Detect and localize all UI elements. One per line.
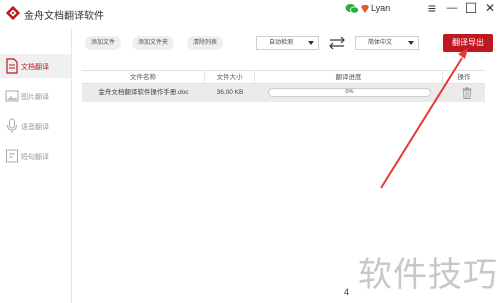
file-name-cell: 金舟文档翻译软件操作手册.doc [98,89,189,96]
watermark-text: 软件技巧 [358,255,498,295]
column-header-file-name: 文件名称 [82,71,205,84]
swap-languages-icon[interactable] [328,36,346,50]
column-header-file-size: 文件大小 [205,71,255,84]
trash-icon[interactable] [462,87,472,99]
sidebar-item-label: 图片翻译 [21,94,49,101]
target-language-value: 简体中文 [368,40,393,46]
sidebar-item-label: 文档翻译 [21,64,49,71]
close-icon[interactable]: ✕ [481,0,499,16]
chevron-down-icon [408,41,414,45]
image-icon [5,90,19,102]
user-name[interactable]: Lyan [371,3,390,13]
target-language-select[interactable]: 简体中文 [355,36,419,50]
column-header-progress: 翻译进度 [255,71,443,84]
sidebar-item-sentence-translate[interactable]: 短句翻译 [0,144,71,168]
sidebar-item-image-translate[interactable]: 图片翻译 [0,84,71,108]
translate-export-button[interactable]: 翻译导出 [443,34,493,52]
minimize-icon[interactable]: — [443,0,461,16]
sidebar-item-label: 短句翻译 [21,154,49,161]
progress-percent: 0% [345,89,354,95]
app-title: 金舟文档翻译软件 [24,11,104,22]
text-icon [6,149,18,163]
translation-progress-bar: 0% [268,88,431,97]
column-header-actions: 操作 [457,74,471,81]
clear-list-button[interactable]: 清除列表 [187,36,224,50]
page-number: 4 [344,287,350,297]
add-folder-button[interactable]: 添加文件夹 [132,36,175,50]
table-header: 文件名称 文件大小 翻译进度 操作 [82,70,485,84]
source-language-value: 自动检测 [269,40,294,46]
app-logo-icon [5,5,21,21]
file-table: 文件名称 文件大小 翻译进度 操作 金舟文档翻译软件操作手册.doc 36.00… [82,70,485,102]
source-language-select[interactable]: 自动检测 [256,36,319,50]
sidebar-item-document-translate[interactable]: 文档翻译 [0,54,71,78]
wechat-icon[interactable] [345,3,359,15]
menu-icon[interactable]: ≡ [423,0,441,16]
user-badge-icon [361,5,369,13]
maximize-icon[interactable]: ☐ [462,0,480,16]
sidebar-item-label: 语音翻译 [21,124,49,131]
microphone-icon [7,118,17,133]
sidebar-item-voice-translate[interactable]: 语音翻译 [0,114,71,138]
table-row[interactable]: 金舟文档翻译软件操作手册.doc 36.00 KB 0% [82,84,485,102]
document-icon [6,58,18,74]
sidebar: 文档翻译 图片翻译 语音翻译 短句翻译 [0,28,72,303]
add-file-button[interactable]: 添加文件 [85,36,122,50]
chevron-down-icon [308,41,314,45]
title-bar: 金舟文档翻译软件 Lyan ≡ — ☐ ✕ [0,0,500,28]
file-size-cell: 36.00 KB [216,89,244,96]
